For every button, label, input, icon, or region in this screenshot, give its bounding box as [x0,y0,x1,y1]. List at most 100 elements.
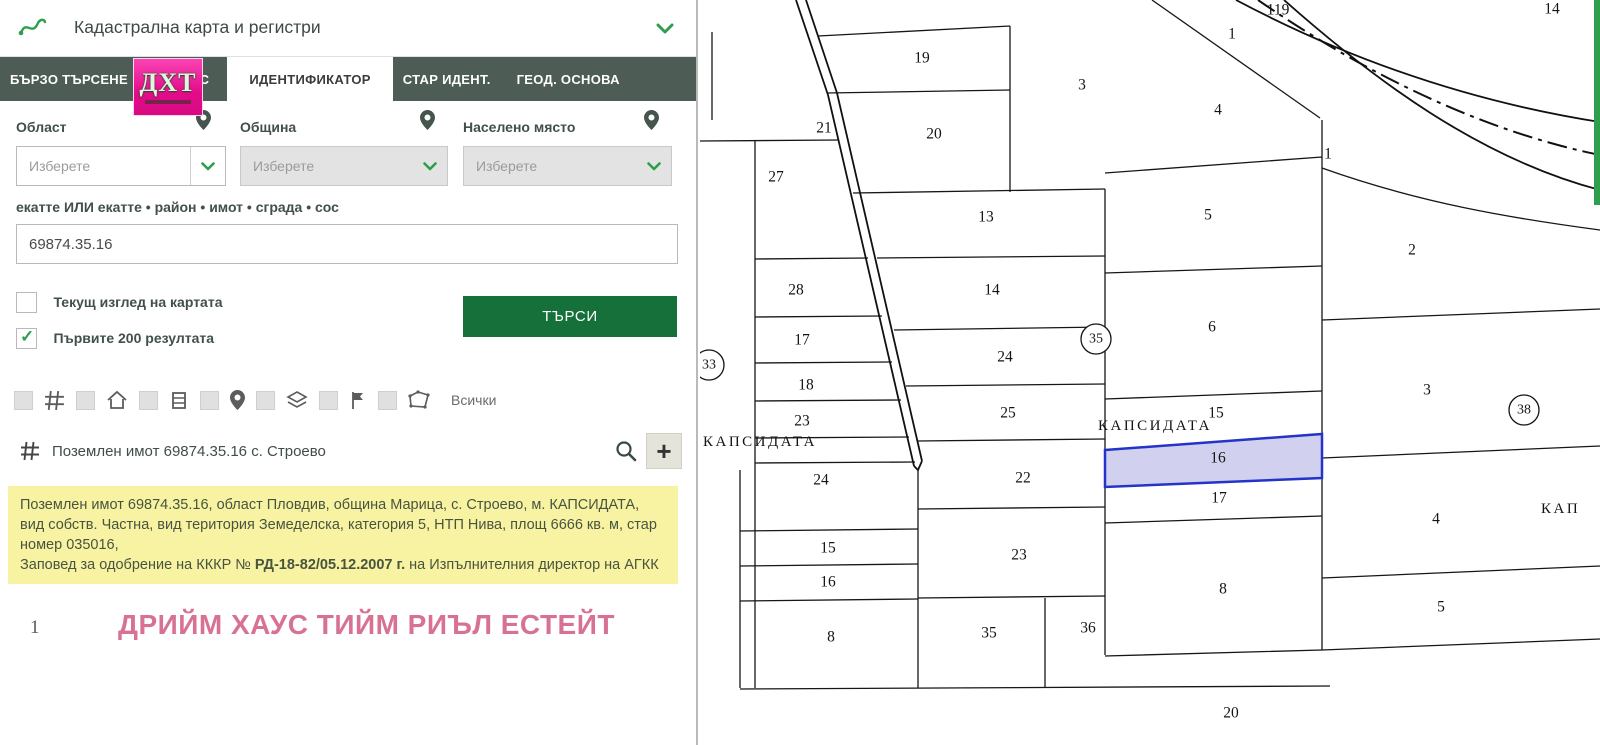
tab-geodetic-base[interactable]: ГЕОД. ОСНОВА [517,57,620,101]
circled-parcel-numbers: 333538 [700,324,1539,425]
order-text-suffix: на Изпълнителния директор на АГКК [405,557,659,573]
grid-icon [44,390,65,411]
parcel-label: 3 [1423,382,1431,399]
order-text-prefix: Заповед за одобрение на КККР № [20,557,255,573]
naseleno-select[interactable]: Изберете [463,146,672,186]
watermark-logo: ДХТ [133,58,203,116]
naseleno-pin-icon [644,110,659,135]
parcel-label: 4 [1214,102,1222,119]
parcel-label: 8 [827,629,835,646]
current-view-label: Текущ изглед на картата [53,292,222,313]
parcel-label: 22 [1015,470,1031,487]
parcel-label: 25 [1000,405,1016,422]
polygon-icon [408,390,430,410]
order-number: РД-18-82/05.12.2007 г. [255,557,405,573]
parcel-label: 119 [1267,2,1290,19]
search-button[interactable]: ТЪРСИ [463,296,677,337]
watermark-logo-text: ДХТ [139,70,196,96]
identifier-input[interactable] [16,224,678,264]
parcel-label: 13 [978,209,994,226]
circled-parcel-label: 38 [1517,403,1531,418]
pin-icon [230,390,245,410]
page-number: 1 [30,617,40,639]
parcel-label: 14 [984,282,1000,299]
oblast-label: Област [16,119,67,135]
parcel-label: 24 [813,472,829,489]
filter-all-label[interactable]: Всички [451,392,496,408]
parcel-label: 15 [820,540,836,557]
parcel-label: 19 [914,50,930,67]
house-icon [106,390,128,410]
add-result-button[interactable]: + [646,433,682,469]
app-logo-icon [18,13,48,48]
object-type-toolbar: Всички [14,386,496,414]
road-lines [796,0,1600,470]
app-title: Кадастрална карта и регистри [74,17,321,38]
parcel-label: 28 [788,282,804,299]
parcel-grid-icon [20,441,40,461]
parcel-label: 3 [1078,77,1086,94]
current-view-row: Текущ изглед на картата [16,292,223,314]
filter-checkbox-point[interactable] [200,391,219,410]
obshtina-label: Община [240,119,296,135]
parcel-label: 18 [798,377,814,394]
parcel-label: 8 [1219,581,1227,598]
first-200-row: Първите 200 резултата [16,328,214,350]
parcel-label: 14 [1544,1,1560,18]
boundary-dashdot-line [1258,0,1600,155]
left-panel: Кадастрална карта и регистри БЪРЗО ТЪРСЕ… [0,0,698,745]
filter-checkbox-parcel[interactable] [14,391,33,410]
result-row[interactable]: Поземлен имот 69874.35.16 с. Строево + [0,430,698,472]
chevron-down-icon [413,147,447,185]
filter-checkbox-layers[interactable] [256,391,275,410]
filter-checkbox-landmark[interactable] [319,391,338,410]
circled-parcel-label: 35 [1089,332,1103,347]
parcel-label: 23 [794,413,810,430]
chevron-down-icon [190,147,225,185]
parcel-label: 20 [926,126,942,143]
first-200-label: Първите 200 резултата [53,328,214,349]
locality-label: КАПСИДАТА [1098,418,1212,434]
panel-header: Кадастрална карта и регистри [0,0,696,57]
parcel-label: 1 [1324,146,1332,163]
collapse-chevron-icon[interactable] [656,22,674,40]
parcel-info-text: Поземлен имот 69874.35.16, област Пловди… [20,497,657,553]
first-200-checkbox[interactable] [16,328,37,349]
filter-checkbox-structure[interactable] [139,391,158,410]
obshtina-select[interactable]: Изберете [240,146,448,186]
parcel-info-box: Поземлен имот 69874.35.16, област Пловди… [8,486,678,584]
parcel-label: 35 [981,625,997,642]
filter-checkbox-polygon[interactable] [378,391,397,410]
parcel-label: 20 [1223,705,1239,722]
parcel-label: 17 [1211,490,1227,507]
parcel-label: 5 [1204,207,1212,224]
parcel-label: 23 [1011,547,1027,564]
parcel-label: 4 [1432,511,1440,528]
filter-checkbox-building[interactable] [76,391,95,410]
tab-identifier[interactable]: ИДЕНТИФИКАТОР [227,57,392,101]
map-edge-green-strip [1594,0,1600,205]
parcel-label: 6 [1208,319,1216,336]
parcel-label: 2 [1408,242,1416,259]
parcel-number-labels: 1191419134202112713522814617241832325152… [768,1,1560,722]
locality-label: КАП [1541,501,1580,517]
parcel-label: 5 [1437,599,1445,616]
tab-old-identifier[interactable]: СТАР ИДЕНТ. [403,57,491,101]
parcel-label: 16 [1210,450,1226,467]
parcel-label: 27 [768,169,784,186]
building-icon [169,390,189,410]
cadastral-map[interactable]: 333538 119141913420211271352281461724183… [700,0,1600,745]
agency-watermark: ДРИЙМ ХАУС ТИЙМ РИЪЛ ЕСТЕЙТ [118,609,615,641]
layers-icon [286,390,308,410]
current-view-checkbox[interactable] [16,292,37,313]
tab-quick-search[interactable]: БЪРЗО ТЪРСЕНЕ [10,57,128,101]
obshtina-pin-icon [420,110,435,135]
identifier-hint-label: екатте ИЛИ екатте • район • имот • сград… [16,199,339,215]
parcel-label: 36 [1080,620,1096,637]
parcel-label: 24 [997,349,1013,366]
parcel-label: 21 [816,120,832,137]
oblast-select[interactable]: Изберете [16,146,226,186]
locality-label: КАПСИДАТА [703,434,817,450]
zoom-to-result-icon[interactable] [614,439,638,463]
parcel-label: 16 [820,574,836,591]
